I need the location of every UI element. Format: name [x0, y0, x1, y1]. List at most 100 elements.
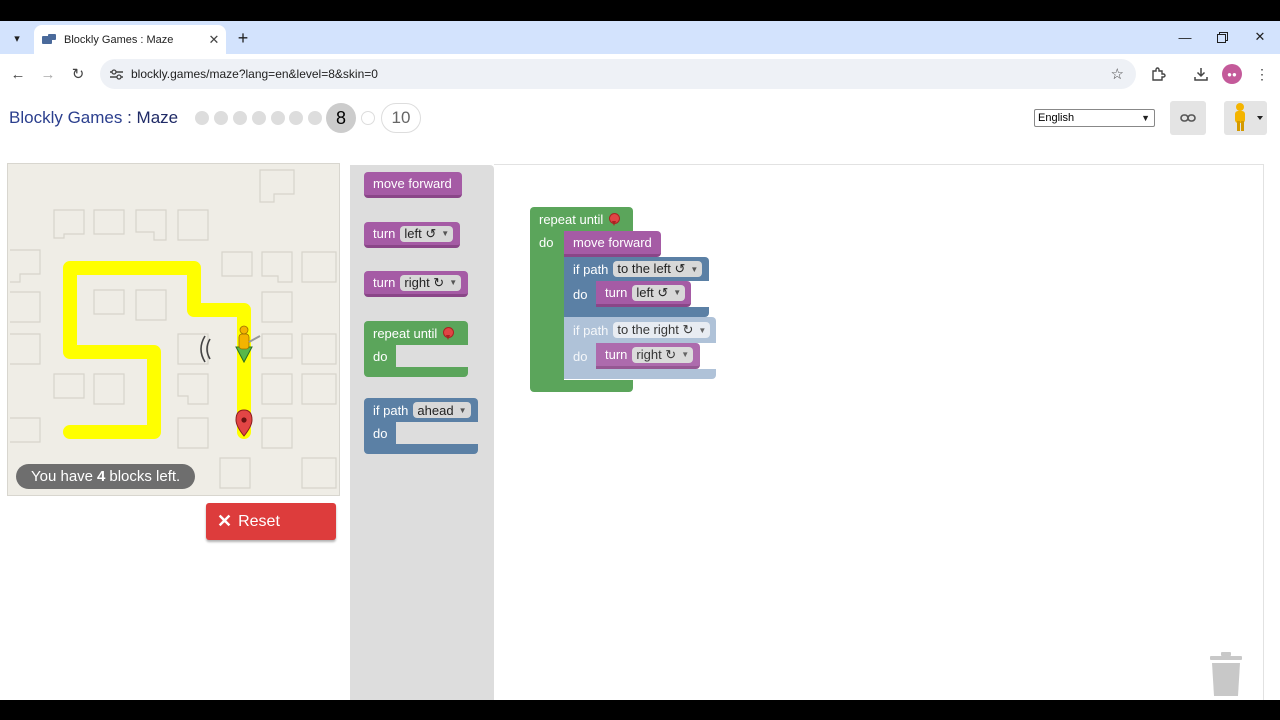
- if-header: if path to the left ↺ ▼: [564, 257, 709, 281]
- level-3-dot[interactable]: [233, 111, 247, 125]
- path-dropdown[interactable]: to the left ↺ ▼: [613, 261, 703, 277]
- forward-arrow-icon[interactable]: →: [36, 62, 60, 86]
- maze-display: You have 4 blocks left.: [7, 163, 340, 496]
- tab-active[interactable]: Blockly Games : Maze ✕: [34, 25, 226, 54]
- url-text: blockly.games/maze?lang=en&level=8&skin=…: [131, 67, 378, 81]
- more-menu-icon[interactable]: ⋮: [1250, 62, 1274, 86]
- minimize-icon[interactable]: —: [1171, 25, 1199, 49]
- blocks-left-suffix: blocks left.: [109, 468, 181, 485]
- workspace-turn-right-block[interactable]: turn right ↻ ▼: [596, 343, 700, 369]
- toolbox-move-forward-block[interactable]: move forward: [364, 172, 462, 198]
- language-select[interactable]: English ▼: [1034, 109, 1155, 127]
- block-label: turn: [373, 226, 396, 241]
- dropdown-arrow-icon: ▼: [458, 405, 467, 415]
- blockly-workspace[interactable]: repeat until do move forward if path to …: [494, 164, 1264, 700]
- dropdown-value: left ↺: [636, 284, 669, 300]
- repeat-do-section: do: [530, 231, 564, 380]
- if-footer: [564, 369, 716, 379]
- direction-dropdown[interactable]: right ↻ ▼: [632, 346, 694, 363]
- workspace-move-forward-block[interactable]: move forward: [564, 231, 661, 257]
- page-content: Blockly Games : Maze 8 10 English ▼ You …: [0, 94, 1280, 700]
- dropdown-arrow-icon: ▼: [681, 350, 690, 359]
- dropdown-value: to the left ↺: [617, 261, 686, 276]
- block-label: turn: [605, 347, 628, 362]
- address-bar[interactable]: blockly.games/maze?lang=en&level=8&skin=…: [100, 59, 1136, 89]
- level-1-dot[interactable]: [195, 111, 209, 125]
- goal-marker-icon: [609, 212, 621, 226]
- dropdown-value: to the right ↻: [617, 322, 694, 337]
- if-do-section: do: [364, 422, 396, 444]
- path-dropdown[interactable]: ahead ▼: [413, 402, 471, 418]
- bump-sound-icon: [200, 335, 211, 363]
- last-level-badge[interactable]: 10: [381, 103, 421, 133]
- current-level-badge[interactable]: 8: [326, 103, 356, 133]
- reload-icon[interactable]: ↻: [66, 62, 90, 86]
- repeat-header: repeat until: [364, 321, 468, 345]
- close-window-icon[interactable]: ✕: [1246, 25, 1274, 49]
- if-do-section: do: [564, 281, 596, 307]
- workspace-repeat-until-block[interactable]: repeat until do move forward if path to …: [530, 207, 720, 392]
- if-footer: [564, 307, 709, 317]
- dropdown-arrow-icon: ▼: [698, 325, 707, 335]
- dropdown-value: ahead: [417, 402, 454, 418]
- dropdown-value: left ↺: [404, 225, 437, 241]
- site-info-icon[interactable]: [108, 66, 124, 82]
- workspace-if-right-block[interactable]: if path to the right ↻ ▼ do turn right ↻ ▼: [564, 317, 716, 380]
- reset-label: Reset: [238, 512, 280, 530]
- block-label: move forward: [573, 235, 652, 250]
- level-6-dot[interactable]: [289, 111, 303, 125]
- profile-avatar[interactable]: ●●: [1222, 64, 1242, 84]
- new-tab-button[interactable]: +: [232, 27, 254, 49]
- screen-bottom-border: [0, 700, 1280, 720]
- toolbox-turn-left-block[interactable]: turn left ↺ ▼: [364, 222, 460, 248]
- workspace-turn-left-block[interactable]: turn left ↺ ▼: [596, 281, 691, 307]
- close-tab-icon[interactable]: ✕: [206, 32, 222, 48]
- download-icon[interactable]: [1189, 62, 1213, 86]
- tab-strip: ▾ Blockly Games : Maze ✕ + — ✕: [0, 21, 1280, 54]
- blockly-flyout: move forward turn left ↺ ▼ turn right ↻ ▼ …: [350, 165, 494, 700]
- path-dropdown[interactable]: to the right ↻ ▼: [613, 322, 711, 338]
- level-2-dot[interactable]: [214, 111, 228, 125]
- bookmark-star-icon[interactable]: ☆: [1111, 65, 1124, 83]
- back-arrow-icon[interactable]: ←: [6, 62, 30, 86]
- goal-marker-icon: [443, 326, 455, 340]
- toolbox-repeat-until-block[interactable]: repeat until do: [364, 321, 468, 377]
- maze-path: [63, 261, 251, 439]
- toolbox-if-path-block[interactable]: if path ahead ▼ do: [364, 398, 478, 454]
- direction-dropdown[interactable]: left ↺ ▼: [400, 225, 454, 242]
- if-header: if path to the right ↻ ▼: [564, 317, 716, 343]
- direction-dropdown[interactable]: left ↺ ▼: [632, 284, 686, 301]
- direction-dropdown[interactable]: right ↻ ▼: [400, 274, 462, 291]
- home-link[interactable]: Blockly Games: [9, 108, 122, 127]
- block-label: if path: [573, 261, 609, 277]
- if-header: if path ahead ▼: [364, 398, 478, 422]
- repeat-footer: [530, 380, 633, 392]
- if-do-section: do: [564, 343, 596, 369]
- blocks-left-bubble: You have 4 blocks left.: [16, 464, 196, 489]
- chain-link-icon: [1180, 114, 1196, 122]
- trash-can-icon[interactable]: [1208, 651, 1244, 697]
- language-selected: English: [1038, 112, 1075, 124]
- pegman-skin-button[interactable]: [1224, 101, 1267, 135]
- workspace-if-left-block[interactable]: if path to the left ↺ ▼ do turn left ↺ ▼: [564, 257, 709, 317]
- reset-button[interactable]: ✕ Reset: [206, 503, 336, 540]
- level-4-dot[interactable]: [252, 111, 266, 125]
- dropdown-arrow-icon: ▼: [690, 264, 699, 274]
- level-5-dot[interactable]: [271, 111, 285, 125]
- level-7-dot[interactable]: [308, 111, 322, 125]
- repeat-footer: [364, 367, 468, 377]
- if-footer: [364, 444, 478, 454]
- maze-canvas: [10, 169, 337, 489]
- extensions-puzzle-icon[interactable]: [1146, 62, 1170, 86]
- title-separator: :: [122, 108, 137, 127]
- block-label: do: [573, 286, 588, 302]
- tab-search-icon[interactable]: ▾: [6, 27, 28, 49]
- restore-icon[interactable]: [1208, 25, 1236, 49]
- link-button[interactable]: [1170, 101, 1206, 135]
- toolbox-turn-right-block[interactable]: turn right ↻ ▼: [364, 271, 468, 297]
- dropdown-arrow-icon: ▼: [673, 288, 682, 297]
- game-name: Maze: [136, 108, 179, 127]
- block-label: move forward: [373, 176, 452, 191]
- block-label: do: [573, 348, 588, 364]
- level-9-dot[interactable]: [361, 111, 375, 125]
